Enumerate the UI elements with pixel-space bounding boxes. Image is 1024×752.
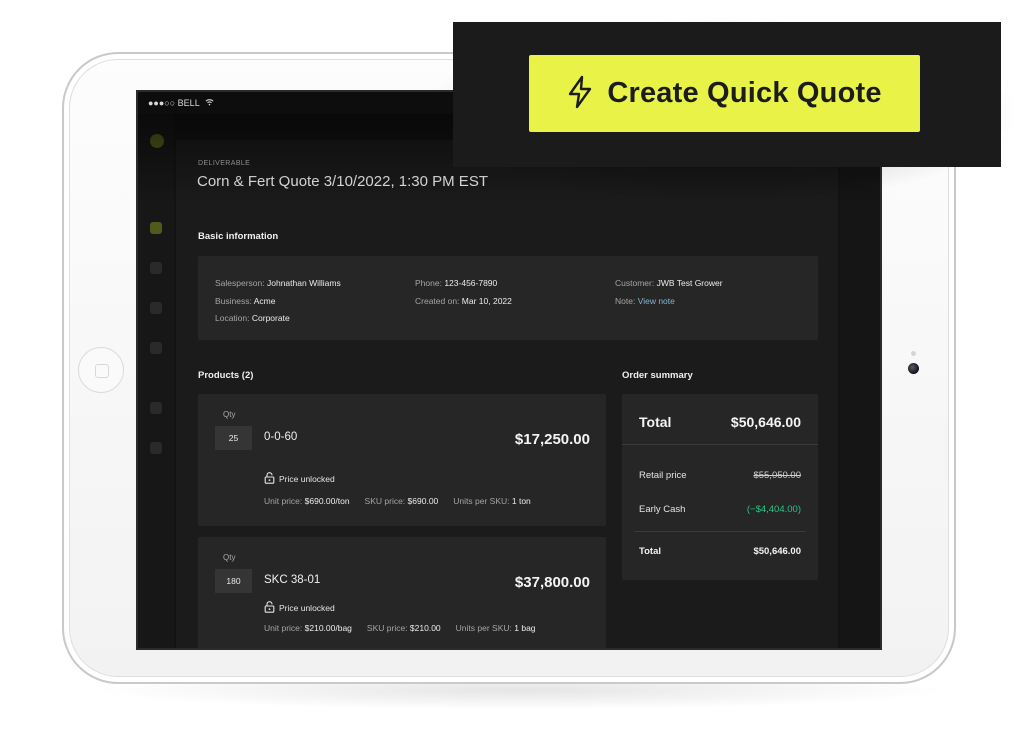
summary-divider [622,444,818,445]
price-lock-toggle[interactable]: Price unlocked [264,601,335,615]
salesperson-value: Johnathan Williams [267,278,341,288]
unit-price-value: $690.00/ton [304,496,350,506]
location-label: Location: [215,313,250,323]
view-note-link[interactable]: View note [638,296,675,306]
sensor-dot [911,351,916,356]
qty-input[interactable]: 180 [215,569,252,593]
price-lock-toggle[interactable]: Price unlocked [264,472,335,486]
sidebar-nav-item[interactable] [150,302,162,314]
wifi-icon [205,98,214,108]
sku-price-value: $690.00 [407,496,439,506]
customer-value: JWB Test Grower [656,278,723,288]
business-label: Business: [215,295,252,306]
info-column-2: Phone: 123-456-7890 Created on: Mar 10, … [415,275,512,310]
unlock-icon [264,472,275,486]
created-value: Mar 10, 2022 [461,295,512,306]
summary-divider [634,531,806,532]
create-quick-quote-button[interactable]: Create Quick Quote [529,55,920,132]
phone-label: Phone: [415,278,442,288]
qty-input[interactable]: 25 [215,426,252,450]
sidebar-nav-item[interactable] [150,442,162,454]
price-lock-label: Price unlocked [279,603,335,613]
carrier-label: ●●●○○ BELL [148,98,200,108]
product-card: Qty 180 SKC 38-01 $37,800.00 Price unloc… [198,537,606,648]
sidebar-nav-item[interactable] [150,262,162,274]
early-cash-label: Early Cash [639,504,686,515]
sidebar-nav-item[interactable] [150,342,162,354]
app-sidebar [138,114,174,648]
sidebar-nav-active[interactable] [150,222,162,234]
basic-info-card: Salesperson: Johnathan Williams Business… [198,256,818,340]
lightning-bolt-icon [567,75,593,112]
camera-dot [908,363,919,374]
units-per-sku-value: 1 bag [514,623,536,633]
unit-price-label: Unit price: [264,623,303,633]
products-title: Products (2) [198,370,254,381]
app-logo [150,134,164,148]
units-per-sku-label: Units per SKU: [453,496,510,506]
phone-value: 123-456-7890 [444,278,498,288]
footer-total-label: Total [639,546,661,557]
product-specs: Unit price: $210.00/bag SKU price: $210.0… [264,623,536,633]
sku-price-label: SKU price: [364,496,406,506]
footer-total-value: $50,646.00 [753,546,801,557]
sku-price-value: $210.00 [409,623,441,633]
cta-label: Create Quick Quote [607,77,882,109]
unit-price-value: $210.00/bag [304,623,352,633]
retail-price-value: $55,050.00 [753,470,801,481]
quote-eyebrow: DELIVERABLE [198,160,251,167]
early-cash-value: (−$4,404.00) [746,504,801,515]
product-card: Qty 25 0-0-60 $17,250.00 Price unlocked … [198,394,606,526]
units-per-sku-value: 1 ton [511,496,531,506]
product-name: SKC 38-01 [264,574,321,586]
created-label: Created on: [415,295,460,306]
qty-label: Qty [223,410,236,419]
product-specs: Unit price: $690.00/ton SKU price: $690.0… [264,496,531,506]
business-value: Acme [253,295,276,306]
sku-price-label: SKU price: [366,623,408,633]
info-column-3: Customer: JWB Test Grower Note: View not… [615,275,723,310]
order-summary-card: Total $50,646.00 Retail price $55,050.00… [622,394,818,580]
product-name: 0-0-60 [264,431,298,443]
price-lock-label: Price unlocked [279,474,335,484]
location-value: Corporate [251,313,290,323]
product-price: $37,800.00 [514,574,590,591]
summary-total-value: $50,646.00 [730,414,801,430]
note-label: Note: [615,295,636,306]
info-column-1: Salesperson: Johnathan Williams Business… [215,275,341,328]
basic-info-title: Basic information [198,231,279,242]
customer-label: Customer: [615,278,655,288]
unlock-icon [264,601,275,615]
callout-panel: Create Quick Quote [453,22,1001,167]
product-price: $17,250.00 [514,431,590,448]
salesperson-label: Salesperson: [215,278,265,288]
order-summary-title: Order summary [622,370,693,381]
home-button [78,347,124,393]
sidebar-nav-item[interactable] [150,402,162,414]
unit-price-label: Unit price: [264,496,303,506]
units-per-sku-label: Units per SKU: [455,623,512,633]
marketing-stage: ●●●○○ BELL DELIVERABLE Corn & Fert Quote… [0,0,1024,752]
quote-panel: DELIVERABLE Corn & Fert Quote 3/10/2022,… [176,140,838,648]
qty-label: Qty [223,553,236,562]
summary-total-label: Total [639,414,672,430]
retail-price-label: Retail price [639,470,687,481]
